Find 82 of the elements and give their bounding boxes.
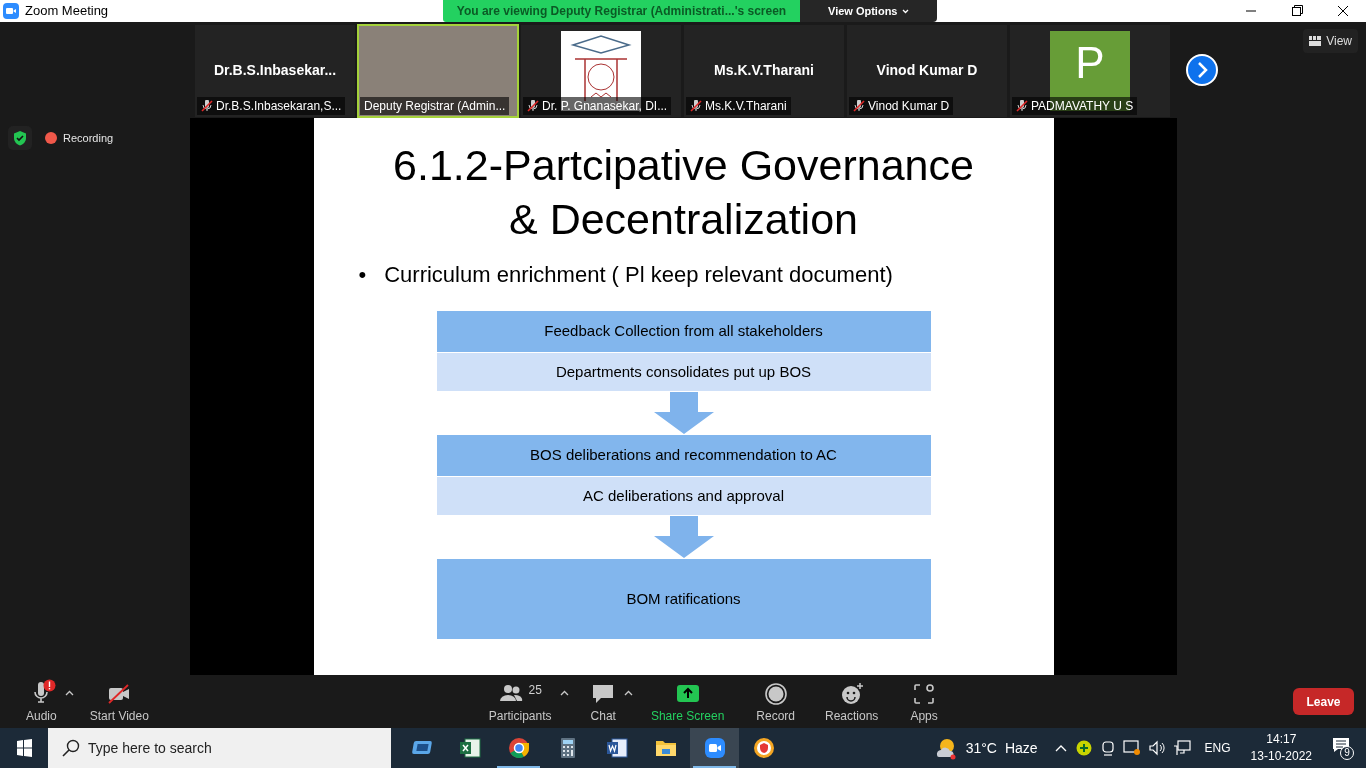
recording-dot-icon bbox=[44, 131, 58, 146]
weather-temperature: 31°C bbox=[965, 738, 997, 758]
webcam-icon[interactable] bbox=[1100, 740, 1115, 756]
flow-step: BOS deliberations and recommendation to AC bbox=[436, 435, 931, 477]
caret-up-icon[interactable] bbox=[64, 690, 74, 696]
muted-mic-icon bbox=[853, 100, 865, 112]
shield-icon[interactable] bbox=[751, 736, 776, 760]
down-arrow-icon bbox=[653, 516, 714, 558]
participant-label: Dr.B.S.Inbasekaran,S... bbox=[216, 98, 342, 115]
toolbar-button[interactable]: 25 Participants bbox=[484, 678, 556, 725]
spreadsheet-icon[interactable] bbox=[457, 736, 482, 760]
smiley-icon bbox=[839, 682, 864, 706]
record-icon bbox=[763, 682, 788, 706]
next-page-icon[interactable] bbox=[1186, 54, 1218, 86]
toolbar-button[interactable]: Chat bbox=[586, 678, 620, 725]
leave-button[interactable]: Leave bbox=[1293, 688, 1354, 715]
toolbar-button[interactable]: Start Video bbox=[85, 678, 153, 725]
toolbar-button[interactable]: Audio bbox=[22, 678, 61, 725]
participant-name: Dr.B.S.Inbasekar... bbox=[213, 60, 337, 80]
recording-label: Recording bbox=[63, 131, 114, 146]
participant-name: Ms.K.V.Tharani bbox=[714, 60, 814, 80]
toolbar-button[interactable]: Record bbox=[752, 678, 799, 725]
alert-badge-icon bbox=[43, 679, 57, 692]
participant-tile[interactable]: Dr.B.S.Inbasekar... Dr.B.S.Inbasekaran,S... bbox=[195, 25, 355, 117]
plus-circle-icon[interactable] bbox=[1075, 740, 1092, 756]
speaker-icon[interactable] bbox=[1147, 740, 1166, 756]
running-indicator bbox=[497, 766, 540, 768]
university-logo-icon bbox=[561, 31, 641, 111]
bullet-mark: • bbox=[358, 261, 367, 289]
participant-tile[interactable]: Ms.K.V.Tharani Ms.K.V.Tharani bbox=[684, 25, 844, 117]
caret-icon bbox=[902, 8, 910, 14]
notification-count: 9 bbox=[1340, 746, 1354, 760]
muted-mic-icon bbox=[201, 100, 213, 112]
clock-date[interactable]: 13-10-2022 bbox=[1250, 748, 1312, 765]
participant-label: Dr. P. Gnanasekar, DI... bbox=[542, 98, 668, 115]
participant-tile[interactable]: Dr. P. Gnanasekar, DI... bbox=[521, 25, 681, 117]
browser-icon[interactable] bbox=[506, 736, 531, 760]
caret-up-icon[interactable] bbox=[559, 690, 569, 696]
video-camera-icon[interactable] bbox=[702, 736, 727, 760]
flow-step: Departments consolidates put up BOS bbox=[436, 353, 931, 391]
video-off-icon bbox=[107, 682, 132, 706]
view-button[interactable]: View bbox=[1303, 29, 1358, 53]
chat-bubble-icon bbox=[591, 682, 616, 706]
flow-step: AC deliberations and approval bbox=[436, 477, 931, 515]
participant-label: Deputy Registrar (Admin... bbox=[364, 98, 506, 115]
chevron-up-icon[interactable] bbox=[1054, 744, 1067, 752]
clock-time[interactable]: 14:17 bbox=[1266, 731, 1297, 748]
search-icon bbox=[62, 739, 80, 757]
caret-up-icon[interactable] bbox=[623, 690, 633, 696]
participant-count: 25 bbox=[528, 682, 542, 699]
weather-condition: Haze bbox=[1004, 738, 1038, 758]
view-options-button[interactable]: View Options bbox=[800, 0, 938, 22]
display-sync-icon[interactable] bbox=[1122, 740, 1141, 756]
participant-name: Vinod Kumar D bbox=[876, 60, 978, 80]
security-shield-icon bbox=[8, 126, 32, 150]
document-icon[interactable] bbox=[604, 736, 629, 760]
share-banner: You are viewing Deputy Registrar (Administrati...'s screen bbox=[443, 0, 800, 22]
zoom-logo-icon bbox=[3, 3, 19, 19]
participant-tile[interactable]: Deputy Registrar (Admin... bbox=[358, 25, 518, 117]
grid-icon bbox=[1309, 36, 1322, 46]
muted-mic-icon bbox=[1016, 100, 1028, 112]
toolbar-button[interactable]: Reactions bbox=[821, 678, 883, 725]
network-icon[interactable] bbox=[1172, 740, 1191, 756]
window-title: Zoom Meeting bbox=[25, 2, 109, 21]
running-indicator bbox=[693, 766, 736, 768]
search-field[interactable]: Type here to search bbox=[48, 728, 391, 768]
toolbar-button[interactable]: Share Screen bbox=[646, 678, 729, 725]
flow-step: Feedback Collection from all stakeholders bbox=[436, 311, 931, 353]
participant-tile[interactable]: P PADMAVATHY U S bbox=[1010, 25, 1170, 117]
flow-step: BOM ratifications bbox=[436, 559, 931, 639]
bullet-text: Curriculum enrichment ( Pl keep relevant document) bbox=[384, 261, 893, 289]
slide-title: 6.1.2-Partcipative Governance & Decentralization bbox=[392, 140, 975, 245]
participant-label: Vinod Kumar D bbox=[868, 98, 950, 115]
down-arrow-icon bbox=[653, 392, 714, 434]
participant-label: Ms.K.V.Tharani bbox=[705, 98, 787, 115]
language-indicator[interactable]: ENG bbox=[1204, 739, 1231, 757]
apps-icon bbox=[912, 682, 937, 706]
participant-label: PADMAVATHY U S bbox=[1031, 98, 1134, 115]
muted-mic-icon bbox=[690, 100, 702, 112]
muted-mic-icon bbox=[527, 100, 539, 112]
participant-tile[interactable]: Vinod Kumar D Vinod Kumar D bbox=[847, 25, 1007, 117]
toolbar-button[interactable]: Apps bbox=[906, 678, 942, 725]
